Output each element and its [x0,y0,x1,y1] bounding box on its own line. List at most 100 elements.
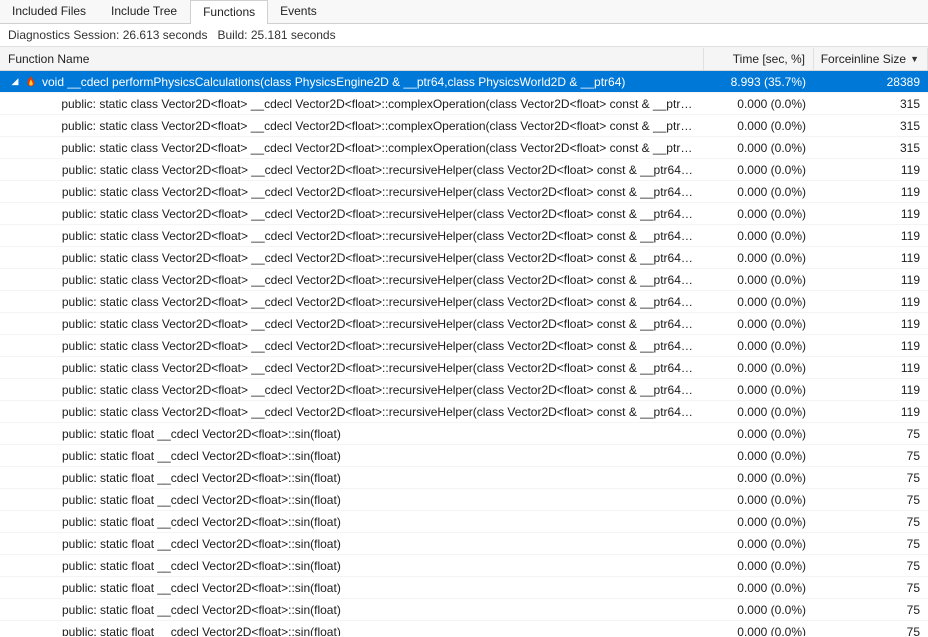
function-row[interactable]: public: static float __cdecl Vector2D<fl… [0,489,928,511]
forceinline-size-cell: 119 [814,402,928,422]
forceinline-size-cell: 119 [814,336,928,356]
function-row[interactable]: public: static float __cdecl Vector2D<fl… [0,467,928,489]
function-name-cell: public: static class Vector2D<float> __c… [0,248,704,268]
column-header-function-name[interactable]: Function Name [0,48,704,70]
time-cell: 0.000 (0.0%) [704,380,814,400]
function-name-cell: public: static float __cdecl Vector2D<fl… [0,446,704,466]
function-row[interactable]: public: static class Vector2D<float> __c… [0,335,928,357]
forceinline-size-cell: 75 [814,512,928,532]
time-cell: 0.000 (0.0%) [704,94,814,114]
column-header-forceinline-size[interactable]: Forceinline Size ▼ [814,48,928,70]
function-signature: public: static class Vector2D<float> __c… [62,295,696,309]
tab-include-tree[interactable]: Include Tree [99,0,190,23]
function-name-cell: public: static class Vector2D<float> __c… [0,160,704,180]
function-list[interactable]: ◢ void __cdecl performPhysicsCalculations… [0,71,928,636]
tab-events[interactable]: Events [268,0,330,23]
column-header-row: Function Name Time [sec, %] Forceinline … [0,47,928,71]
function-row[interactable]: public: static float __cdecl Vector2D<fl… [0,621,928,636]
forceinline-size-cell: 75 [814,468,928,488]
function-row[interactable]: public: static class Vector2D<float> __c… [0,115,928,137]
forceinline-size-cell: 119 [814,292,928,312]
forceinline-size-cell: 119 [814,248,928,268]
function-name-cell: public: static class Vector2D<float> __c… [0,358,704,378]
function-signature: public: static class Vector2D<float> __c… [62,339,696,353]
function-row[interactable]: public: static class Vector2D<float> __c… [0,291,928,313]
forceinline-size-cell: 75 [814,600,928,620]
function-name-cell: public: static class Vector2D<float> __c… [0,138,704,158]
function-name-cell: public: static float __cdecl Vector2D<fl… [0,622,704,637]
function-row[interactable]: public: static class Vector2D<float> __c… [0,357,928,379]
function-row[interactable]: public: static class Vector2D<float> __c… [0,379,928,401]
function-row[interactable]: public: static float __cdecl Vector2D<fl… [0,423,928,445]
function-signature: public: static float __cdecl Vector2D<fl… [62,559,341,573]
time-cell: 0.000 (0.0%) [704,424,814,444]
function-name-cell: public: static float __cdecl Vector2D<fl… [0,534,704,554]
function-signature: public: static class Vector2D<float> __c… [61,119,696,133]
function-row[interactable]: public: static float __cdecl Vector2D<fl… [0,533,928,555]
time-cell: 0.000 (0.0%) [704,468,814,488]
time-cell: 0.000 (0.0%) [704,204,814,224]
function-row[interactable]: public: static float __cdecl Vector2D<fl… [0,599,928,621]
function-signature: public: static class Vector2D<float> __c… [62,163,696,177]
function-name-cell: public: static class Vector2D<float> __c… [0,402,704,422]
function-signature: public: static float __cdecl Vector2D<fl… [62,537,341,551]
function-signature: public: static float __cdecl Vector2D<fl… [62,471,341,485]
function-signature: public: static class Vector2D<float> __c… [61,141,696,155]
function-row[interactable]: public: static class Vector2D<float> __c… [0,181,928,203]
function-signature: public: static float __cdecl Vector2D<fl… [62,493,341,507]
function-signature: public: static class Vector2D<float> __c… [62,229,696,243]
time-cell: 8.993 (35.7%) [704,72,814,92]
forceinline-size-cell: 75 [814,578,928,598]
function-signature: void __cdecl performPhysicsCalculations(… [42,75,625,89]
function-row[interactable]: public: static class Vector2D<float> __c… [0,203,928,225]
time-cell: 0.000 (0.0%) [704,446,814,466]
function-row[interactable]: public: static class Vector2D<float> __c… [0,269,928,291]
tab-included-files[interactable]: Included Files [0,0,99,23]
diagnostics-label: Diagnostics Session: [8,28,119,42]
function-name-cell: public: static float __cdecl Vector2D<fl… [0,600,704,620]
forceinline-size-cell: 119 [814,270,928,290]
function-row[interactable]: ◢ void __cdecl performPhysicsCalculations… [0,71,928,93]
tab-bar: Included FilesInclude TreeFunctionsEvent… [0,0,928,24]
function-row[interactable]: public: static float __cdecl Vector2D<fl… [0,577,928,599]
function-signature: public: static float __cdecl Vector2D<fl… [62,625,341,637]
time-cell: 0.000 (0.0%) [704,292,814,312]
function-signature: public: static class Vector2D<float> __c… [62,273,696,287]
function-row[interactable]: public: static class Vector2D<float> __c… [0,313,928,335]
column-header-time[interactable]: Time [sec, %] [704,48,814,70]
function-name-cell: public: static class Vector2D<float> __c… [0,270,704,290]
forceinline-size-cell: 315 [814,116,928,136]
function-row[interactable]: public: static float __cdecl Vector2D<fl… [0,511,928,533]
time-cell: 0.000 (0.0%) [704,160,814,180]
function-name-cell: public: static class Vector2D<float> __c… [0,314,704,334]
function-row[interactable]: public: static class Vector2D<float> __c… [0,247,928,269]
sort-dropdown-icon[interactable]: ▼ [910,54,919,64]
function-name-cell: public: static class Vector2D<float> __c… [0,116,704,136]
forceinline-size-cell: 119 [814,380,928,400]
time-cell: 0.000 (0.0%) [704,226,814,246]
tree-toggle-icon[interactable]: ◢ [10,76,20,87]
function-name-cell: public: static class Vector2D<float> __c… [0,94,704,114]
function-signature: public: static class Vector2D<float> __c… [62,405,696,419]
forceinline-size-cell: 315 [814,138,928,158]
time-cell: 0.000 (0.0%) [704,402,814,422]
function-row[interactable]: public: static class Vector2D<float> __c… [0,225,928,247]
function-row[interactable]: public: static class Vector2D<float> __c… [0,401,928,423]
build-value: 25.181 seconds [251,28,336,42]
time-cell: 0.000 (0.0%) [704,358,814,378]
function-row[interactable]: public: static class Vector2D<float> __c… [0,93,928,115]
function-row[interactable]: public: static float __cdecl Vector2D<fl… [0,445,928,467]
time-cell: 0.000 (0.0%) [704,512,814,532]
tab-functions[interactable]: Functions [190,0,268,24]
forceinline-size-cell: 75 [814,622,928,637]
function-row[interactable]: public: static class Vector2D<float> __c… [0,159,928,181]
function-name-cell: public: static float __cdecl Vector2D<fl… [0,490,704,510]
function-row[interactable]: public: static float __cdecl Vector2D<fl… [0,555,928,577]
function-name-cell: ◢ void __cdecl performPhysicsCalculations… [0,72,704,92]
forceinline-size-cell: 119 [814,160,928,180]
diagnostics-value: 26.613 seconds [123,28,208,42]
function-row[interactable]: public: static class Vector2D<float> __c… [0,137,928,159]
function-name-cell: public: static class Vector2D<float> __c… [0,204,704,224]
function-name-cell: public: static float __cdecl Vector2D<fl… [0,424,704,444]
function-name-cell: public: static class Vector2D<float> __c… [0,380,704,400]
